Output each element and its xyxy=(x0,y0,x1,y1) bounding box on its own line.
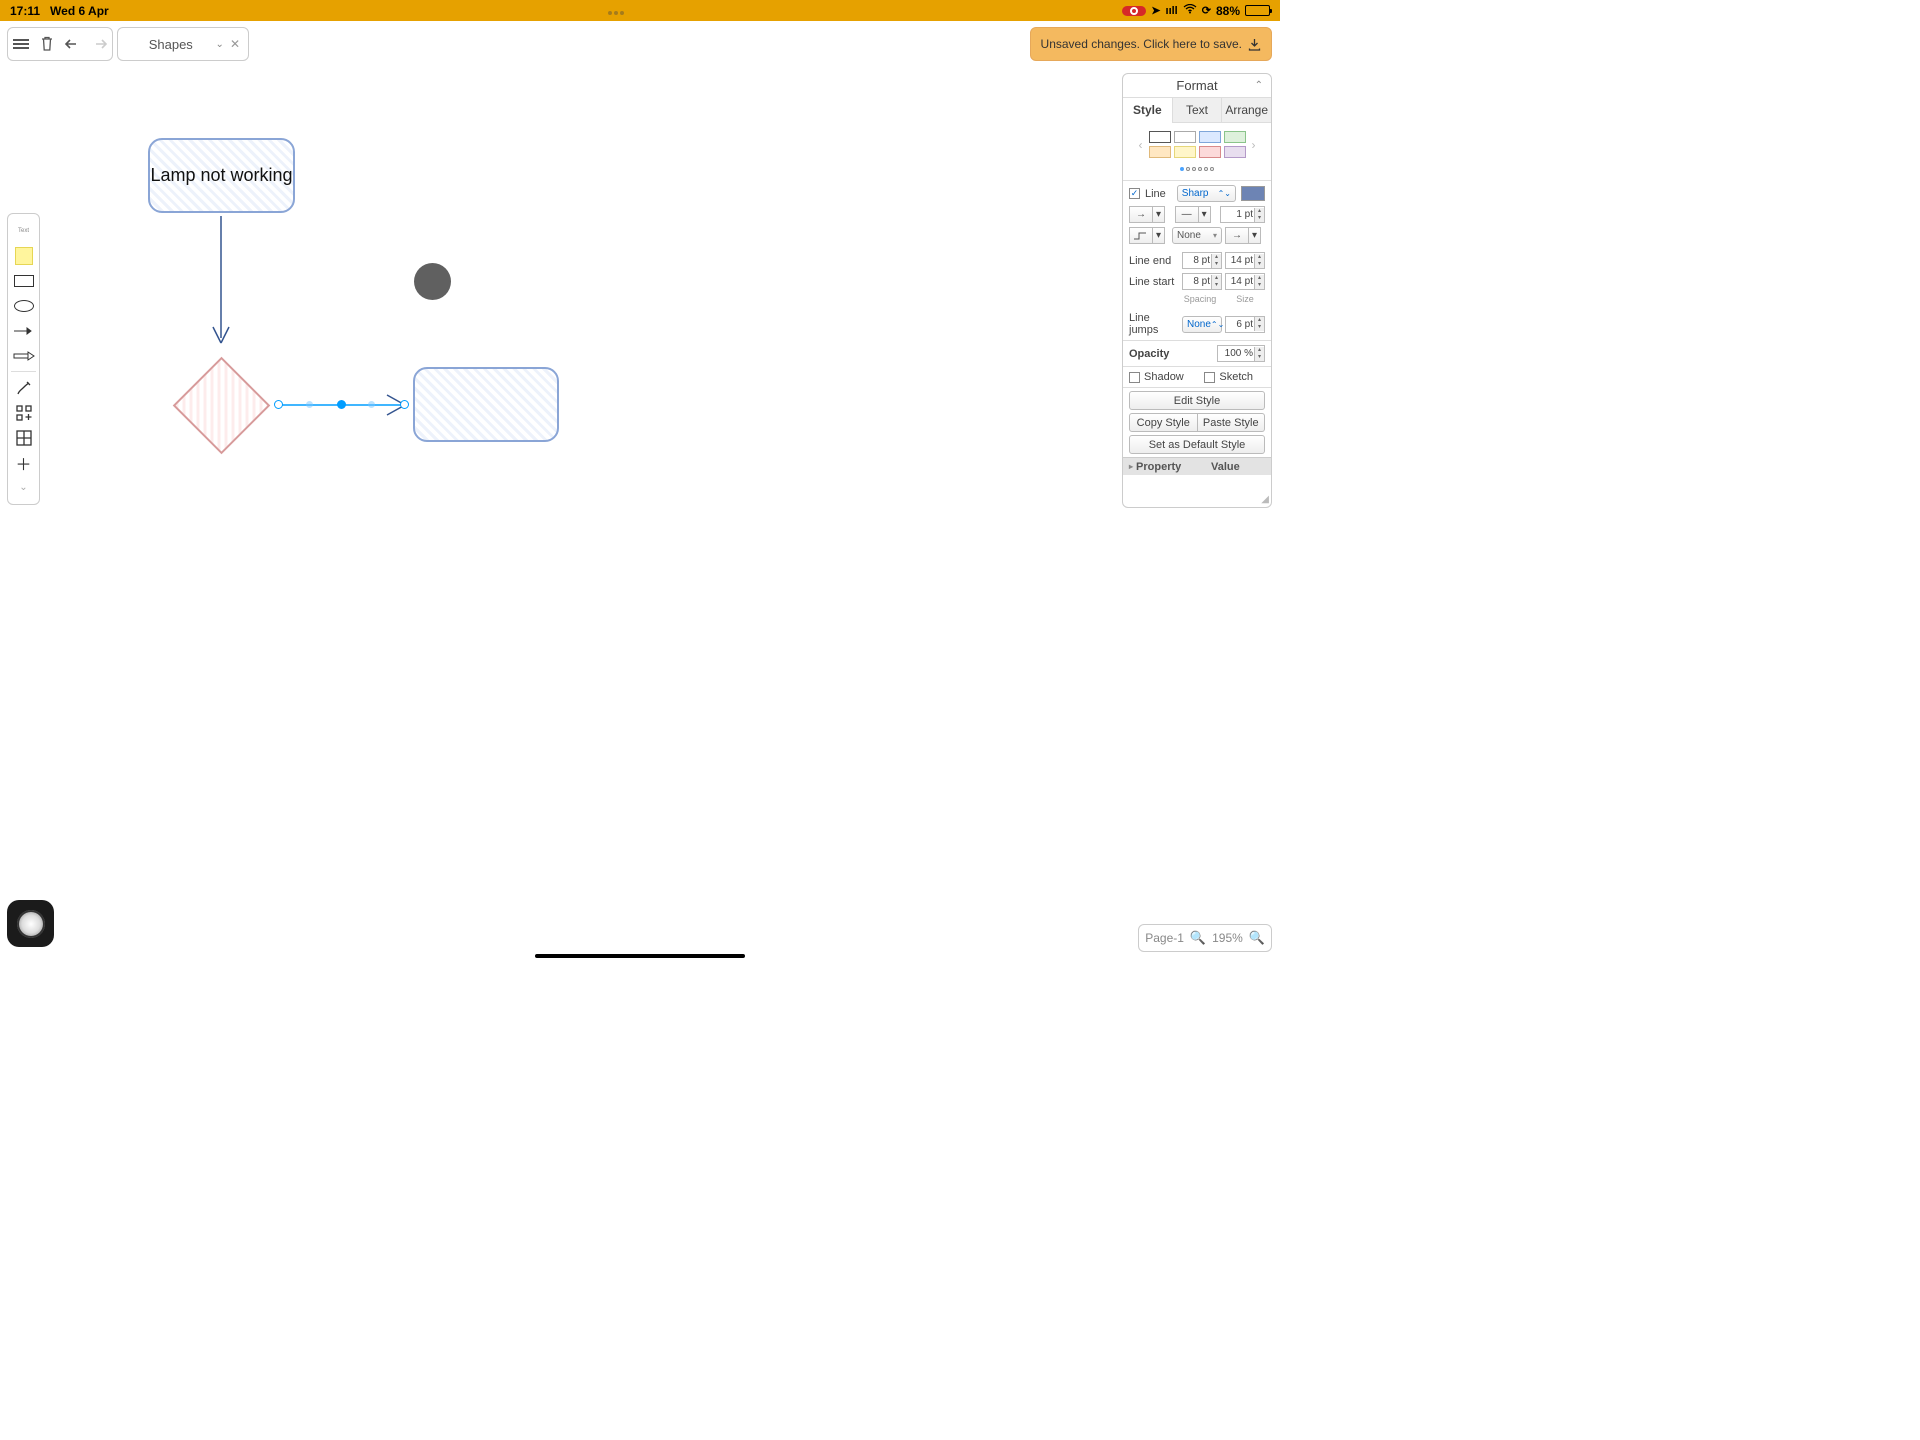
properties-col-property: Property xyxy=(1136,461,1181,473)
line-start-label: Line start xyxy=(1129,276,1179,288)
assistive-touch-icon xyxy=(17,910,45,938)
style-swatch-6[interactable] xyxy=(1174,146,1196,158)
assistive-touch-button[interactable] xyxy=(7,900,54,947)
battery-percent: 88% xyxy=(1216,4,1240,18)
shadow-label: Shadow xyxy=(1144,371,1184,383)
size-column-label: Size xyxy=(1225,294,1265,304)
line-end-label: Line end xyxy=(1129,255,1179,267)
copy-style-button[interactable]: Copy Style xyxy=(1129,413,1198,432)
line-start-arrow-select[interactable]: None▾ xyxy=(1172,227,1222,244)
connector-midpoint[interactable] xyxy=(337,400,346,409)
line-enabled-checkbox[interactable]: ✓ xyxy=(1129,188,1140,199)
style-swatch-4[interactable] xyxy=(1224,131,1246,143)
connector-waypoint-1[interactable] xyxy=(306,401,313,408)
zoom-level-label[interactable]: 195% xyxy=(1212,931,1243,945)
format-panel: Format ⌃ Style Text Arrange ‹ xyxy=(1122,73,1272,508)
collapse-panel-icon[interactable]: ⌃ xyxy=(1255,80,1263,91)
edit-style-button[interactable]: Edit Style xyxy=(1129,391,1265,410)
shape-process-box-2[interactable] xyxy=(413,367,559,442)
opacity-field[interactable]: 100 %▴▾ xyxy=(1217,345,1265,362)
wifi-icon xyxy=(1183,4,1197,17)
screen-recording-indicator[interactable] xyxy=(1122,6,1146,16)
page-zoom-toolbar: Page-1 🔍 195% 🔍 xyxy=(1138,924,1272,952)
swatch-page-dots xyxy=(1123,160,1271,180)
spacing-column-label: Spacing xyxy=(1180,294,1220,304)
properties-table-body[interactable]: ◢ xyxy=(1123,475,1271,507)
drawing-canvas[interactable]: Lamp not working xyxy=(0,21,1280,960)
shadow-checkbox[interactable] xyxy=(1129,372,1140,383)
disclosure-triangle-icon: ▸ xyxy=(1129,462,1133,471)
line-dash-style-button[interactable]: — xyxy=(1175,206,1199,223)
multitask-dots-icon xyxy=(607,4,625,18)
line-connection-style-button[interactable]: → xyxy=(1129,206,1153,223)
line-jumps-style-select[interactable]: None⌃⌄ xyxy=(1182,316,1222,333)
connector-endpoint-start[interactable] xyxy=(274,400,283,409)
line-type-select[interactable]: Sharp⌃⌄ xyxy=(1177,185,1236,202)
zoom-out-button[interactable]: 🔍 xyxy=(1190,930,1206,946)
opacity-label: Opacity xyxy=(1129,348,1212,360)
battery-icon xyxy=(1245,5,1270,16)
style-swatch-2[interactable] xyxy=(1174,131,1196,143)
tab-text[interactable]: Text xyxy=(1172,98,1222,123)
connector-waypoint-2[interactable] xyxy=(368,401,375,408)
home-indicator[interactable] xyxy=(535,954,745,958)
format-panel-title: Format xyxy=(1176,78,1217,93)
line-end-size-field[interactable]: 14 pt▴▾ xyxy=(1225,252,1265,269)
line-jumps-label: Line jumps xyxy=(1129,312,1179,336)
status-time: 17:11 xyxy=(10,4,40,18)
shape-process-box-1-text: Lamp not working xyxy=(150,140,293,211)
ipad-status-bar: 17:11 Wed 6 Apr ➤ ııll ⟳ 88% xyxy=(0,0,1280,21)
line-end-arrow-menu[interactable]: ▾ xyxy=(1249,227,1261,244)
status-time-date: 17:11 Wed 6 Apr xyxy=(10,4,109,18)
cellular-signal-icon: ııll xyxy=(1166,5,1178,17)
shape-decision-diamond[interactable] xyxy=(187,371,256,440)
sketch-checkbox[interactable] xyxy=(1204,372,1215,383)
style-swatch-8[interactable] xyxy=(1224,146,1246,158)
line-width-field[interactable]: 1 pt▴▾ xyxy=(1220,206,1265,223)
resize-grip-icon[interactable]: ◢ xyxy=(1261,494,1269,505)
line-end-spacing-field[interactable]: 8 pt▴▾ xyxy=(1182,252,1222,269)
style-swatch-1[interactable] xyxy=(1149,131,1171,143)
line-label: Line xyxy=(1145,188,1166,200)
properties-table-header[interactable]: ▸ Property Value xyxy=(1123,457,1271,475)
shape-process-box-1[interactable]: Lamp not working xyxy=(148,138,295,213)
status-date: Wed 6 Apr xyxy=(50,4,109,18)
line-waypoint-style-menu[interactable]: ▾ xyxy=(1153,227,1165,244)
line-waypoint-style-button[interactable] xyxy=(1129,227,1153,244)
swatch-prev-button[interactable]: ‹ xyxy=(1136,138,1146,152)
page-name-label[interactable]: Page-1 xyxy=(1145,931,1184,945)
swatch-next-button[interactable]: › xyxy=(1249,138,1259,152)
style-swatch-7[interactable] xyxy=(1199,146,1221,158)
connector-endpoint-end[interactable] xyxy=(400,400,409,409)
touch-pointer-indicator xyxy=(414,263,451,300)
line-connection-style-menu[interactable]: ▾ xyxy=(1153,206,1165,223)
tab-style[interactable]: Style xyxy=(1123,98,1172,123)
format-panel-header[interactable]: Format ⌃ xyxy=(1123,74,1271,98)
line-start-size-field[interactable]: 14 pt▴▾ xyxy=(1225,273,1265,290)
style-swatch-5[interactable] xyxy=(1149,146,1171,158)
style-swatch-3[interactable] xyxy=(1199,131,1221,143)
line-dash-style-menu[interactable]: ▾ xyxy=(1199,206,1211,223)
line-color-well[interactable] xyxy=(1241,186,1265,201)
set-default-style-button[interactable]: Set as Default Style xyxy=(1129,435,1265,454)
orientation-lock-icon: ⟳ xyxy=(1202,4,1211,17)
properties-col-value: Value xyxy=(1211,461,1271,473)
line-end-arrow-button[interactable]: → xyxy=(1225,227,1249,244)
location-icon: ➤ xyxy=(1151,4,1160,17)
line-start-spacing-field[interactable]: 8 pt▴▾ xyxy=(1182,273,1222,290)
sketch-label: Sketch xyxy=(1219,371,1253,383)
tab-arrange[interactable]: Arrange xyxy=(1221,98,1271,123)
paste-style-button[interactable]: Paste Style xyxy=(1198,413,1266,432)
line-jumps-size-field[interactable]: 6 pt▴▾ xyxy=(1225,316,1265,333)
zoom-in-button[interactable]: 🔍 xyxy=(1249,930,1265,946)
